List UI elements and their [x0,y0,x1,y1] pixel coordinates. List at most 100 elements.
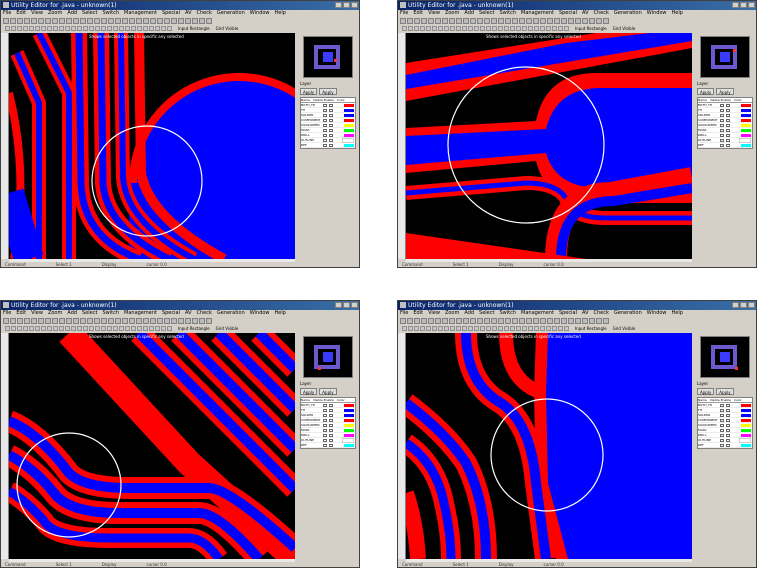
small-tool[interactable] [113,326,118,331]
visible-checkbox[interactable] [720,123,724,127]
small-tool[interactable] [534,326,539,331]
visible-checkbox[interactable] [323,138,327,142]
small-tool[interactable] [113,26,118,31]
tool-button[interactable] [505,18,511,24]
tool-button[interactable] [519,18,525,24]
grid-visible-button[interactable]: Grid Visible [613,326,636,331]
tool-button[interactable] [115,18,121,24]
small-tool[interactable] [155,26,160,31]
small-tool[interactable] [438,326,443,331]
tool-button[interactable] [52,18,58,24]
small-tool[interactable] [414,326,419,331]
small-tool[interactable] [408,326,413,331]
tool-button[interactable] [3,318,9,324]
small-tool[interactable] [89,26,94,31]
small-tool[interactable] [101,326,106,331]
small-tool[interactable] [402,326,407,331]
tool-button[interactable] [31,318,37,324]
enable-checkbox[interactable] [726,123,730,127]
visible-checkbox[interactable] [323,113,327,117]
enable-checkbox[interactable] [726,443,730,447]
tool-button[interactable] [66,318,72,324]
menu-file[interactable]: File [400,310,408,317]
tool-button[interactable] [171,318,177,324]
tool-button[interactable] [491,18,497,24]
maximize-button[interactable] [740,2,747,8]
title-bar[interactable]: Utility Editor for .java - unknown(1) [398,1,756,10]
menu-check[interactable]: Check [594,310,609,317]
menu-generation[interactable]: Generation [614,310,642,317]
menu-edit[interactable]: Edit [16,10,26,17]
menu-special[interactable]: Special [162,310,180,317]
enable-checkbox[interactable] [726,418,730,422]
layer-row[interactable]: REF [301,143,355,148]
small-tool[interactable] [29,326,34,331]
tool-button[interactable] [449,318,455,324]
menu-view[interactable]: View [31,10,43,17]
tool-button[interactable] [10,18,16,24]
tool-button[interactable] [24,18,30,24]
visible-checkbox[interactable] [323,433,327,437]
tool-button[interactable] [10,318,16,324]
tool-button[interactable] [108,318,114,324]
small-tool[interactable] [522,26,527,31]
tool-button[interactable] [150,318,156,324]
tool-button[interactable] [185,318,191,324]
enable-checkbox[interactable] [329,143,333,147]
small-tool[interactable] [420,326,425,331]
small-tool[interactable] [486,326,491,331]
small-tool[interactable] [5,26,10,31]
minimize-button[interactable] [732,2,739,8]
tool-button[interactable] [129,18,135,24]
menu-add[interactable]: Add [67,310,77,317]
small-tool[interactable] [23,26,28,31]
tool-button[interactable] [589,18,595,24]
small-tool[interactable] [432,26,437,31]
small-tool[interactable] [71,26,76,31]
enable-checkbox[interactable] [329,423,333,427]
visible-checkbox[interactable] [323,108,327,112]
tool-button[interactable] [477,18,483,24]
tool-button[interactable] [463,18,469,24]
small-tool[interactable] [149,26,154,31]
enable-checkbox[interactable] [726,143,730,147]
tool-button[interactable] [512,18,518,24]
menu-zoom[interactable]: Zoom [48,10,62,17]
menu-switch[interactable]: Switch [499,310,516,317]
small-tool[interactable] [125,326,130,331]
tool-button[interactable] [561,18,567,24]
menu-view[interactable]: View [428,10,440,17]
menu-file[interactable]: File [400,10,408,17]
overview-thumbnail[interactable] [303,36,353,78]
tool-button[interactable] [484,318,490,324]
small-tool[interactable] [492,26,497,31]
tool-button[interactable] [73,18,79,24]
menu-add[interactable]: Add [464,10,474,17]
small-tool[interactable] [516,326,521,331]
small-tool[interactable] [161,326,166,331]
visible-checkbox[interactable] [720,103,724,107]
title-bar[interactable]: Utility Editor for .java - unknown(1) [1,301,359,310]
tool-button[interactable] [498,318,504,324]
apply-button[interactable]: Apply [300,88,318,95]
visible-checkbox[interactable] [323,133,327,137]
menu-special[interactable]: Special [559,310,577,317]
enable-checkbox[interactable] [329,438,333,442]
tool-button[interactable] [596,318,602,324]
small-tool[interactable] [35,26,40,31]
small-tool[interactable] [414,26,419,31]
menu-management[interactable]: Management [521,310,554,317]
small-tool[interactable] [107,326,112,331]
enable-checkbox[interactable] [329,138,333,142]
tool-button[interactable] [512,318,518,324]
tool-button[interactable] [456,318,462,324]
visible-checkbox[interactable] [323,123,327,127]
small-tool[interactable] [402,26,407,31]
tool-button[interactable] [505,318,511,324]
minimize-button[interactable] [335,302,342,308]
small-tool[interactable] [462,26,467,31]
tool-button[interactable] [87,18,93,24]
layout-canvas[interactable]: Shows selected objects in specific any s… [0,29,349,293]
small-tool[interactable] [53,326,58,331]
small-tool[interactable] [119,26,124,31]
